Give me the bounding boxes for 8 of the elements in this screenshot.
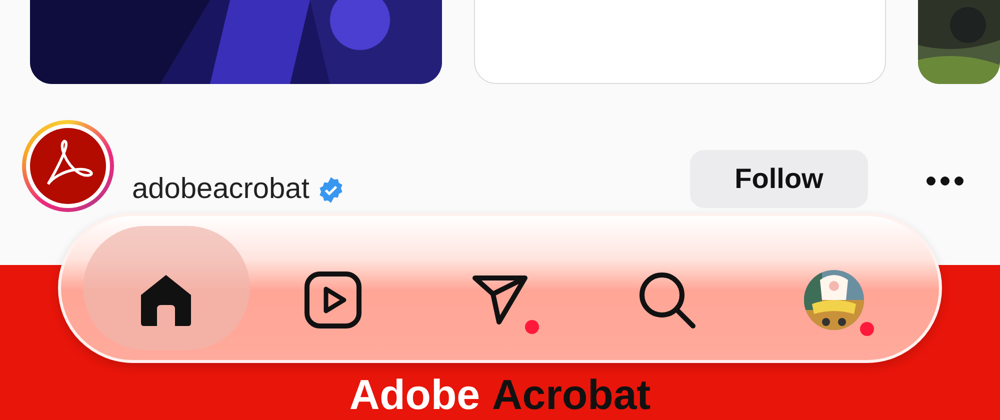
banner-title: Acrobat <box>492 374 651 416</box>
banner-title: Adobe <box>349 374 480 416</box>
search-icon <box>638 271 696 329</box>
username[interactable]: adobeacrobat <box>132 168 310 212</box>
play-button-icon <box>304 271 362 329</box>
more-options-icon[interactable] <box>926 176 964 186</box>
acrobat-logo-icon <box>30 128 106 204</box>
follow-button[interactable]: Follow <box>690 150 868 208</box>
